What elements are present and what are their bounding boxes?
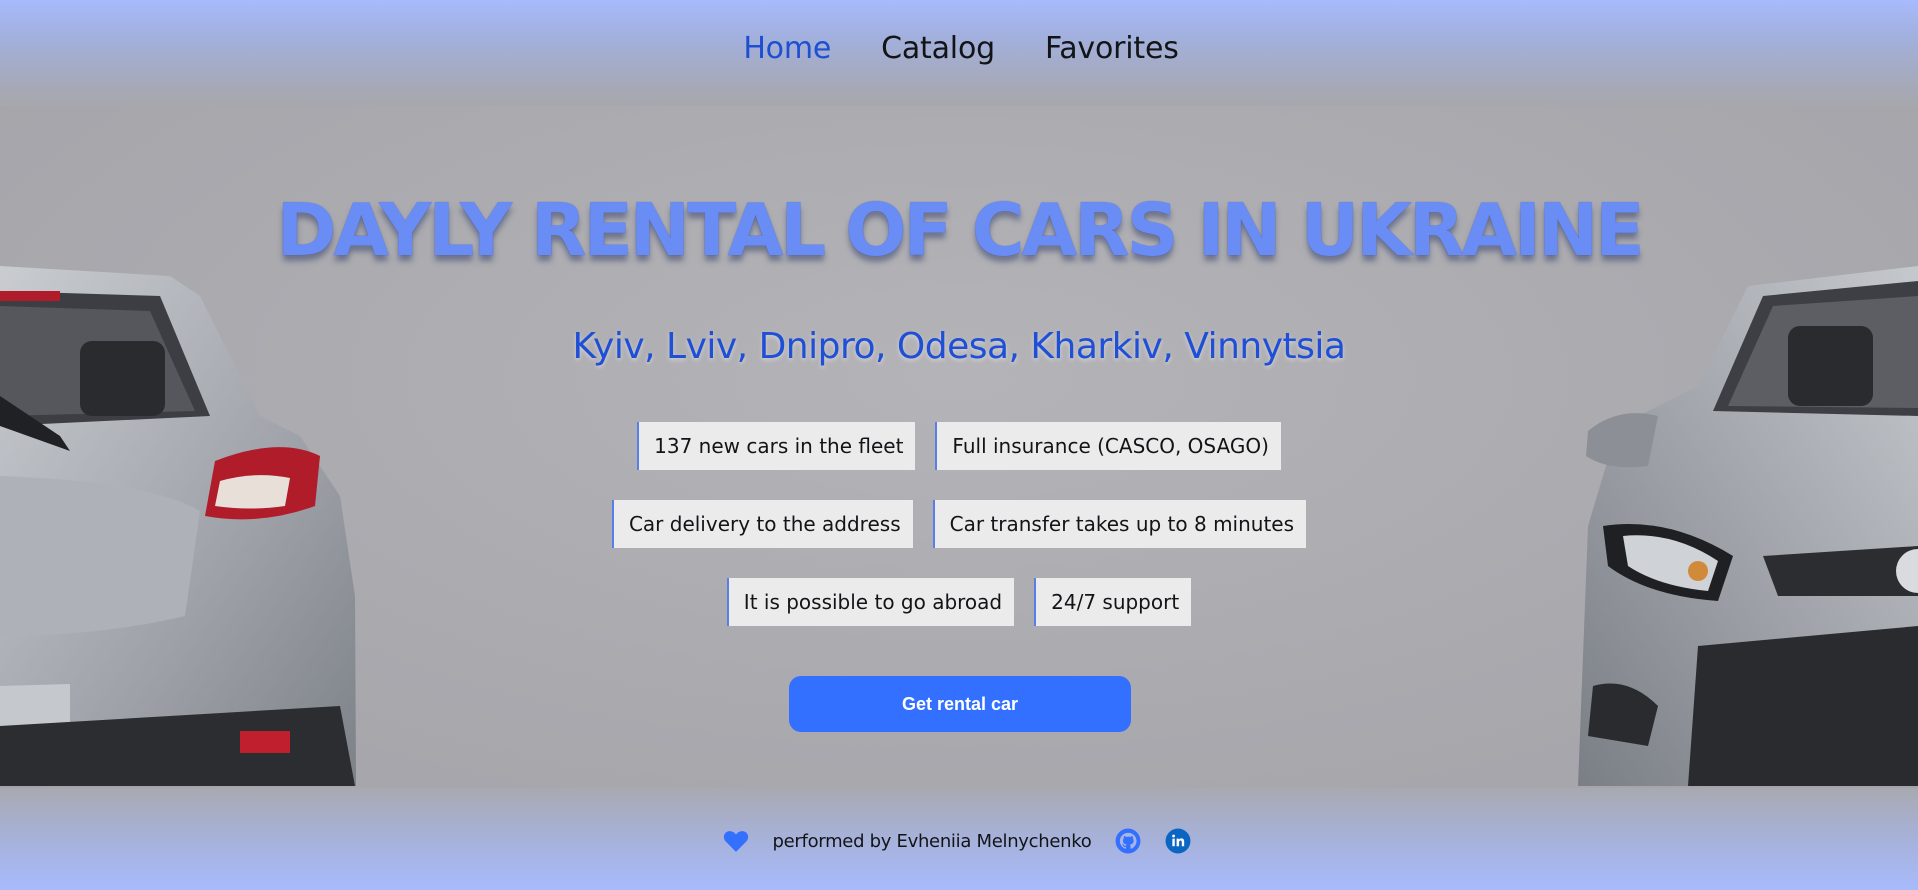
author-credit: performed by Evheniia Melnychenko [772,830,1092,852]
feature-badge: 24/7 support [1034,578,1192,626]
main-nav: Home Catalog Favorites [739,31,1179,66]
feature-badge: It is possible to go abroad [726,578,1015,626]
cities-subtitle: Kyiv, Lviv, Dnipro, Odesa, Kharkiv, Vinn… [572,326,1346,367]
nav-home[interactable]: Home [743,31,831,66]
feature-badge: Car delivery to the address [611,500,913,548]
features-row: Car delivery to the address Car transfer… [0,500,1918,548]
footer-content: performed by Evheniia Melnychenko [723,828,1192,854]
site-header: Home Catalog Favorites [0,0,1918,106]
github-icon [1115,828,1141,854]
hero-section: DAYLY RENTAL OF CARS IN UKRAINE Kyiv, Lv… [0,106,1918,788]
feature-badge: Full insurance (CASCO, OSAGO) [935,422,1281,470]
features-row: 137 new cars in the fleet Full insurance… [0,422,1918,470]
hero-title: DAYLY RENTAL OF CARS IN UKRAINE [276,188,1645,272]
get-rental-car-button[interactable]: Get rental car [789,676,1131,732]
features-row: It is possible to go abroad 24/7 support [0,578,1918,626]
site-footer: performed by Evheniia Melnychenko [0,788,1918,890]
feature-badge: 137 new cars in the fleet [637,422,916,470]
features-list: 137 new cars in the fleet Full insurance… [0,422,1918,656]
nav-catalog[interactable]: Catalog [881,31,995,66]
github-link[interactable] [1115,828,1141,854]
heart-icon [723,831,748,852]
linkedin-link[interactable] [1165,828,1191,854]
nav-favorites[interactable]: Favorites [1045,31,1179,66]
feature-badge: Car transfer takes up to 8 minutes [932,500,1307,548]
linkedin-icon [1165,828,1191,854]
